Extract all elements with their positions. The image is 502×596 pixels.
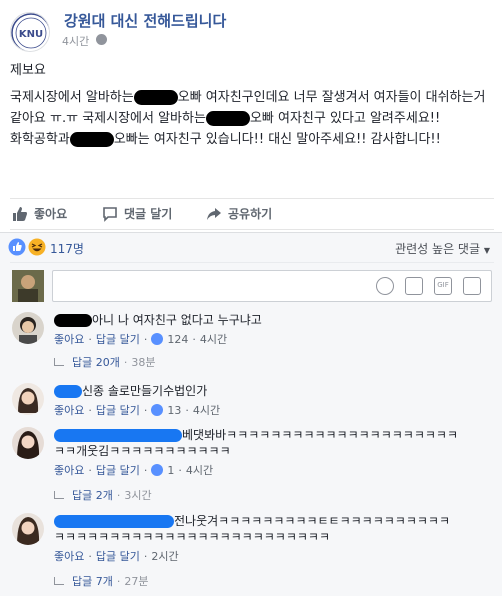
redacted-name [69,132,114,147]
comment-time[interactable]: 4시간 [186,462,213,478]
redacted-commenter-name[interactable] [54,515,174,528]
camera-icon[interactable] [405,277,423,295]
commenter-avatar[interactable] [12,383,44,415]
comment-action-label: 댓글 달기 [124,207,173,221]
replies-count: 답글 20개 [72,356,120,369]
redacted-commenter-name[interactable] [54,385,82,398]
caret-down-icon: ▼ [483,246,490,255]
comment-time[interactable]: 4시간 [193,402,220,418]
replies-time: 3시간 [124,489,152,502]
view-replies-link[interactable]: 답글 7개 · 27분 [54,573,148,589]
comment-like-link[interactable]: 좋아요 [54,548,84,564]
comment-meta: 좋아요 · 답글 달기 · 13 · 4시간 [54,402,221,418]
reaction-count[interactable]: 117명 [50,240,84,257]
current-user-avatar [12,270,44,302]
comment-time[interactable]: 4시간 [200,331,227,347]
reply-arrow-icon [54,358,64,366]
replies-count: 답글 7개 [72,575,113,588]
redacted-commenter-name[interactable] [54,314,92,327]
replies-time: 38분 [131,356,156,369]
reply-arrow-icon [54,577,64,585]
comment-sort-dropdown[interactable]: 관련성 높은 댓글 ▼ [395,240,490,257]
comment-like-link[interactable]: 좋아요 [54,402,84,418]
reaction-icons[interactable] [8,238,46,256]
share-action-label: 공유하기 [228,207,273,221]
reply-arrow-icon [54,491,64,499]
post-body: 제보요 국제시장에서 알바하는 오빠 여자친구인데요 너무 잘생겨서 여자들이 대… [10,60,498,156]
like-action-button[interactable]: 좋아요 [12,205,67,222]
comment-item: 아니 나 여자친구 없다고 누구냐고 좋아요 · 답글 달기 · 124 · 4… [12,312,492,372]
comment-like-count[interactable]: 13 [167,404,181,417]
thumbs-up-icon [13,206,27,221]
comment-meta: 좋아요 · 답글 달기 · 2시간 [54,548,179,564]
share-arrow-icon [207,207,221,220]
comment-time[interactable]: 2시간 [151,548,178,564]
post-action-bar: 좋아요 댓글 달기 공유하기 [10,198,494,230]
like-reaction-icon [8,238,26,256]
comment-text: 아니 나 여자친구 없다고 누구냐고 [54,312,494,328]
commenter-avatar[interactable] [12,513,44,545]
like-action-label: 좋아요 [34,207,68,221]
emoji-icon[interactable] [376,277,394,295]
like-badge-icon [151,464,164,476]
gif-icon[interactable]: GIF [434,277,452,295]
share-action-button[interactable]: 공유하기 [206,205,272,222]
comment-meta: 좋아요 · 답글 달기 · 1 · 4시간 [54,462,214,478]
redacted-name [205,111,250,126]
replies-count: 답글 2개 [72,489,113,502]
commenter-avatar[interactable] [12,427,44,459]
replies-time: 27분 [124,575,149,588]
redacted-name [133,90,178,105]
page-name-link[interactable]: 강원대 대신 전해드립니다 [64,10,226,31]
page-logo-text: KNU [19,29,43,40]
redacted-commenter-name[interactable] [54,429,182,442]
view-replies-link[interactable]: 답글 20개 · 38분 [54,354,155,370]
post-timestamp[interactable]: 4시간 [62,33,89,49]
haha-reaction-icon [28,238,46,256]
comment-action-button[interactable]: 댓글 달기 [102,205,172,222]
comment-like-count[interactable]: 124 [167,333,188,346]
comment-meta: 좋아요 · 답글 달기 · 124 · 4시간 [54,331,228,347]
post-line-1: 제보요 [10,63,46,78]
comment-text: 베댓봐바ㅋㅋㅋㅋㅋㅋㅋㅋㅋㅋㅋㅋㅋㅋㅋㅋㅋㅋㅋㅋㅋ ㅋㅋ개웃김ㅋㅋㅋㅋㅋㅋㅋㅋㅋㅋ… [54,428,459,458]
like-badge-icon [151,333,164,345]
globe-icon [96,34,107,45]
commenter-avatar[interactable] [12,312,44,344]
comment-item: 전나웃겨ㅋㅋㅋㅋㅋㅋㅋㅋㅋㅌㅌㅋㅋㅋㅋㅋㅋㅋㅋㅋㅋ ㅋㅋㅋㅋㅋㅋㅋㅋㅋㅋㅋㅋㅋㅋㅋ… [12,513,492,591]
divider [10,262,494,263]
comment-text: 신종 솔로만들기수법인가 [54,383,494,399]
comment-like-link[interactable]: 좋아요 [54,331,84,347]
page-avatar[interactable]: KNU [10,12,50,52]
post-line-2: 국제시장에서 알바하는 오빠 여자친구인데요 너무 잘생겨서 여자들이 대쉬하는거… [10,90,490,147]
comment-like-count[interactable]: 1 [167,464,174,477]
comment-item: 신종 솔로만들기수법인가 좋아요 · 답글 달기 · 13 · 4시간 [12,383,492,419]
comment-reply-link[interactable]: 답글 달기 [96,548,140,564]
view-replies-link[interactable]: 답글 2개 · 3시간 [54,487,152,503]
comment-input[interactable]: GIF [52,270,492,302]
comment-reply-link[interactable]: 답글 달기 [96,462,140,478]
comment-reply-link[interactable]: 답글 달기 [96,402,140,418]
comment-reply-link[interactable]: 답글 달기 [96,331,140,347]
comment-like-link[interactable]: 좋아요 [54,462,84,478]
sticker-icon[interactable] [463,277,481,295]
comment-item: 베댓봐바ㅋㅋㅋㅋㅋㅋㅋㅋㅋㅋㅋㅋㅋㅋㅋㅋㅋㅋㅋㅋㅋ ㅋㅋ개웃김ㅋㅋㅋㅋㅋㅋㅋㅋㅋㅋ… [12,427,492,503]
sort-label: 관련성 높은 댓글 [395,242,481,256]
like-badge-icon [151,404,164,416]
comment-text: 전나웃겨ㅋㅋㅋㅋㅋㅋㅋㅋㅋㅌㅌㅋㅋㅋㅋㅋㅋㅋㅋㅋㅋ ㅋㅋㅋㅋㅋㅋㅋㅋㅋㅋㅋㅋㅋㅋㅋ… [54,514,451,544]
speech-bubble-icon [103,206,117,222]
